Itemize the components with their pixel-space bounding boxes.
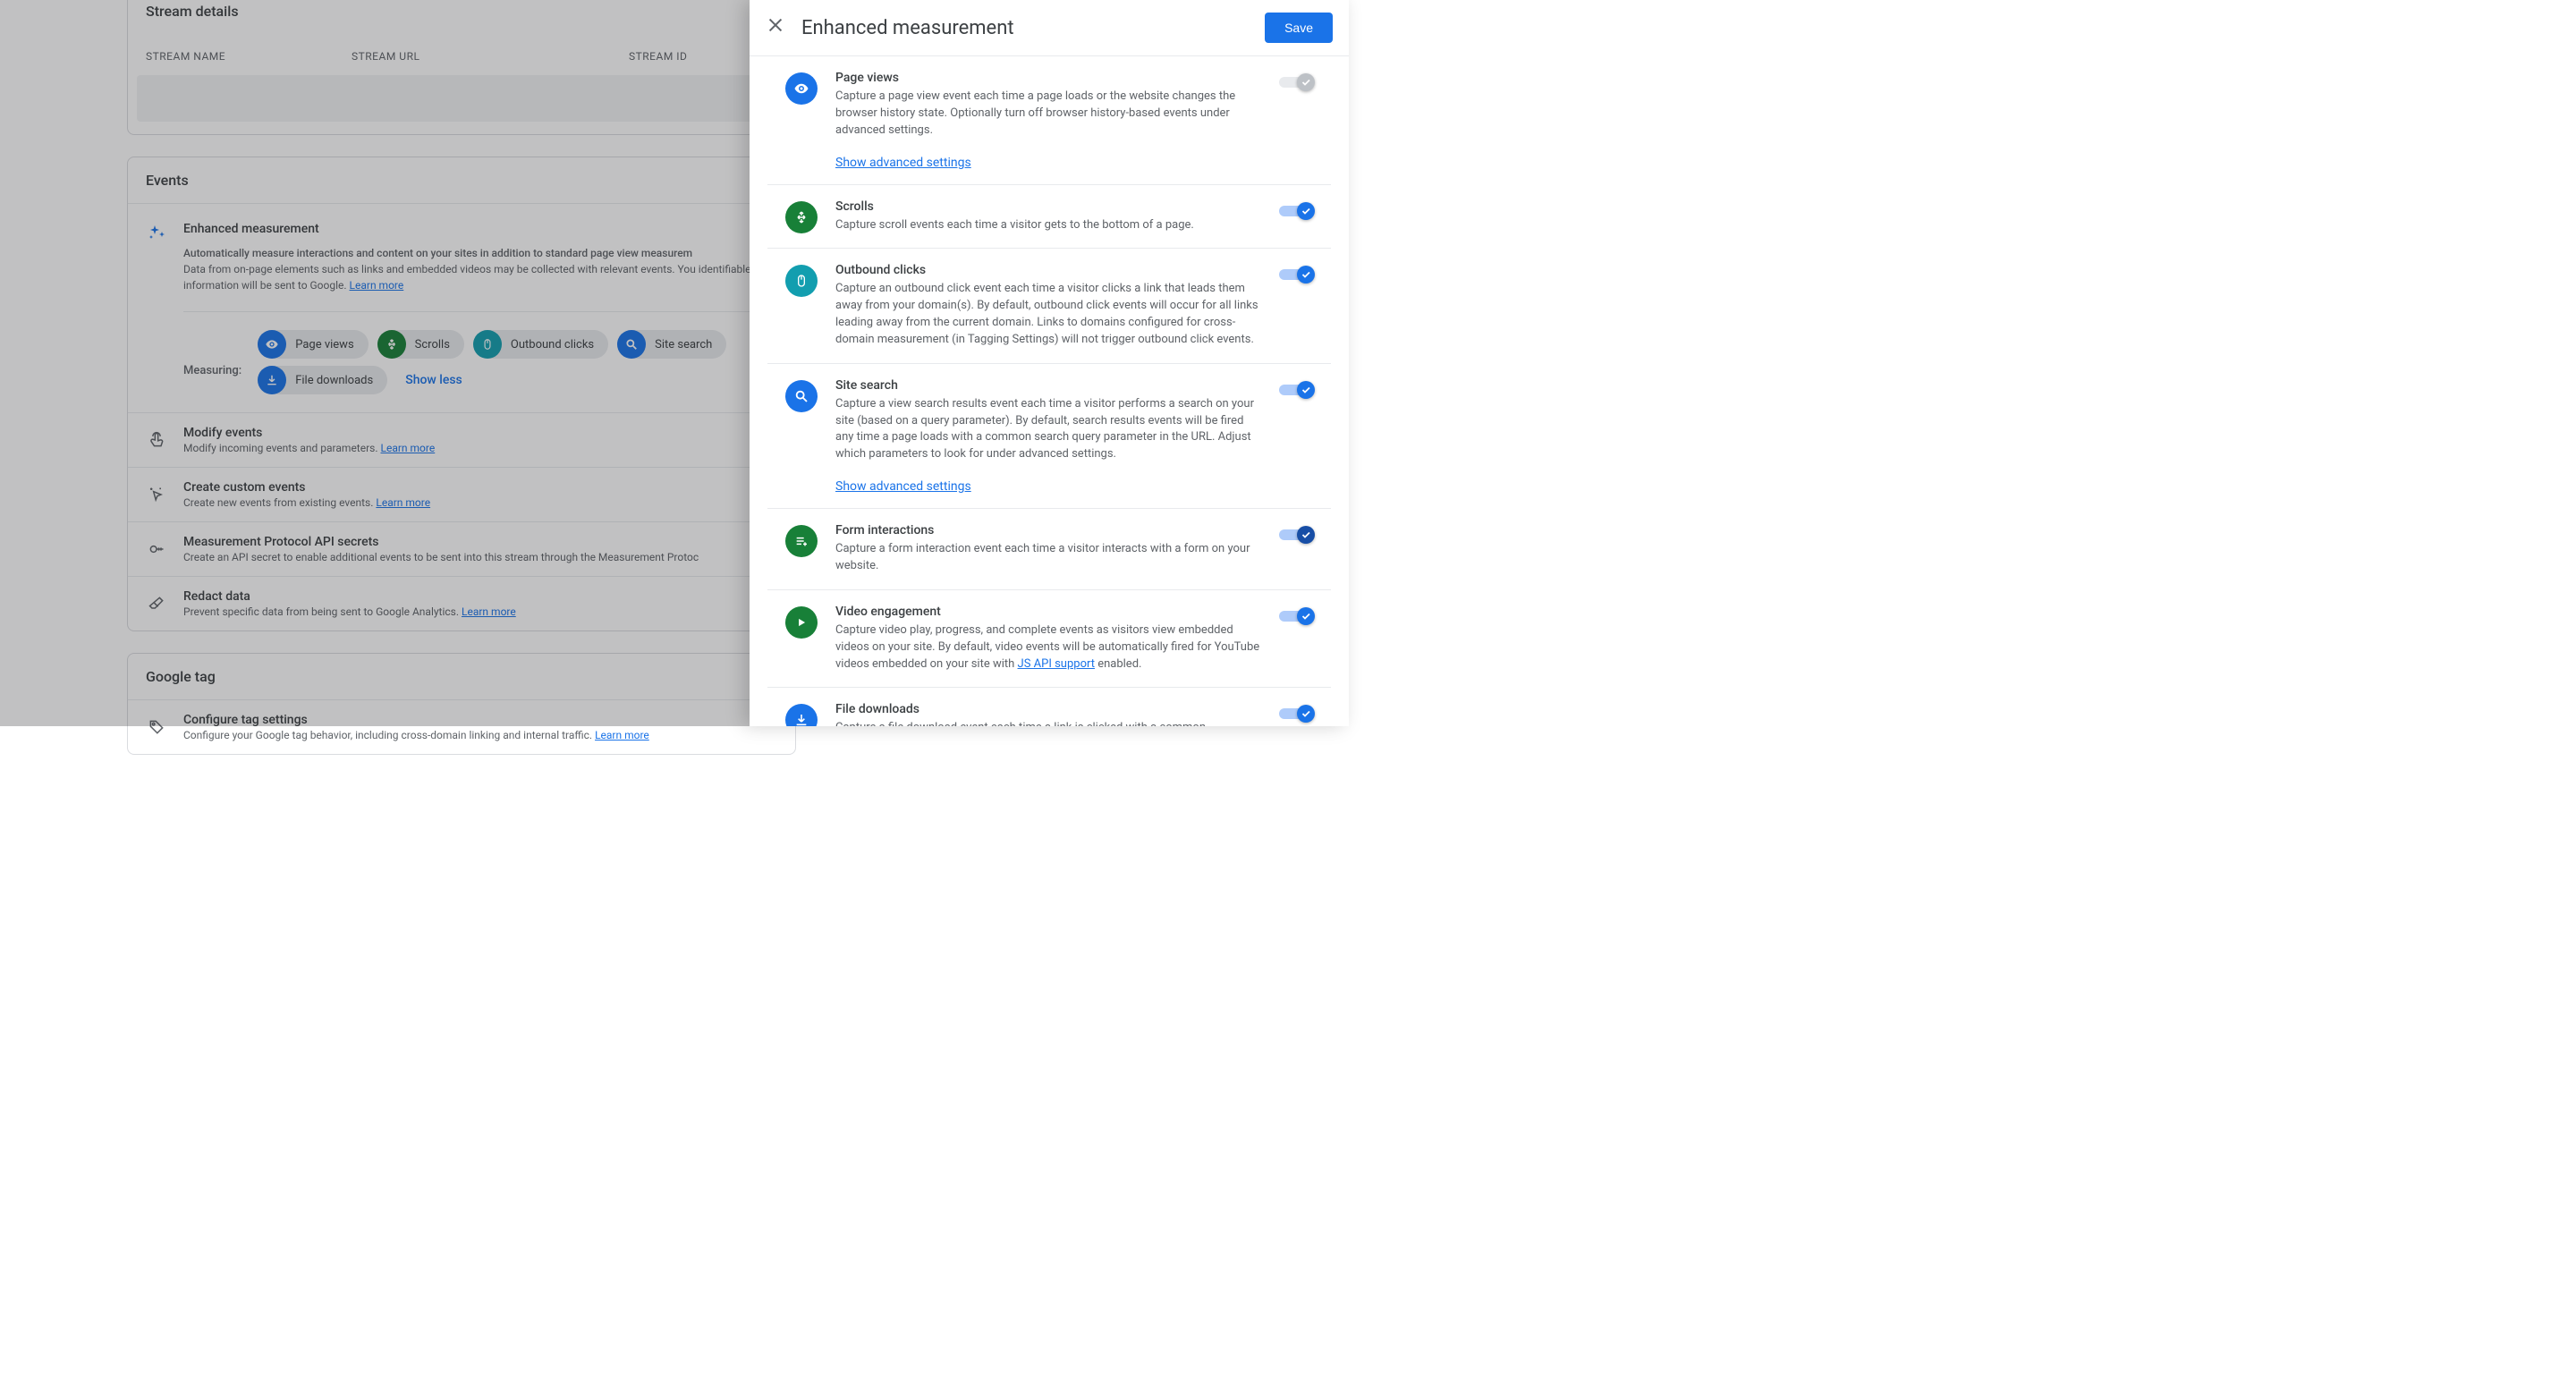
setting-site-search: Site search Capture a view search results…	[767, 364, 1331, 509]
panel-body: Page views Capture a page view event each…	[750, 56, 1349, 726]
setting-page-views: Page views Capture a page view event each…	[767, 56, 1331, 185]
setting-title: Video engagement	[835, 605, 1261, 619]
setting-desc-link[interactable]: JS API support	[1018, 657, 1095, 671]
setting-desc: Capture a view search results event each…	[835, 396, 1261, 463]
setting-desc: Capture an outbound click event each tim…	[835, 281, 1261, 348]
mouse-icon	[785, 265, 818, 297]
setting-body: Page views Capture a page view event each…	[835, 71, 1261, 170]
setting-scrolls: Scrolls Capture scroll events each time a…	[767, 185, 1331, 250]
form-icon	[785, 525, 818, 557]
setting-desc: Capture scroll events each time a visito…	[835, 217, 1261, 234]
show-advanced-settings-link[interactable]: Show advanced settings	[835, 156, 1261, 170]
search-icon	[785, 380, 818, 412]
setting-toggle[interactable]	[1279, 606, 1313, 624]
setting-title: Form interactions	[835, 523, 1261, 537]
setting-body: Outbound clicks Capture an outbound click…	[835, 263, 1261, 348]
setting-toggle[interactable]	[1279, 380, 1313, 398]
setting-body: File downloads Capture a file download ev…	[835, 702, 1261, 726]
show-advanced-settings-link[interactable]: Show advanced settings	[835, 479, 1261, 494]
setting-toggle[interactable]	[1279, 265, 1313, 283]
setting-title: File downloads	[835, 702, 1261, 716]
setting-desc-post: enabled.	[1095, 657, 1141, 671]
setting-desc: Capture video play, progress, and comple…	[835, 622, 1261, 673]
setting-toggle[interactable]	[1279, 704, 1313, 722]
setting-body: Site search Capture a view search results…	[835, 378, 1261, 494]
setting-desc: Capture a form interaction event each ti…	[835, 541, 1261, 575]
setting-title: Outbound clicks	[835, 263, 1261, 277]
setting-toggle	[1279, 72, 1313, 90]
setting-body: Scrolls Capture scroll events each time a…	[835, 199, 1261, 234]
panel-title: Enhanced measurement	[801, 17, 1249, 39]
setting-title: Scrolls	[835, 199, 1261, 214]
cfg-tag-desc: Configure your Google tag behavior, incl…	[183, 729, 595, 741]
close-icon[interactable]	[766, 15, 785, 40]
play-icon	[785, 606, 818, 639]
setting-desc: Capture a page view event each time a pa…	[835, 89, 1261, 140]
scroll-icon	[785, 201, 818, 233]
setting-toggle[interactable]	[1279, 525, 1313, 543]
setting-toggle[interactable]	[1279, 201, 1313, 219]
setting-body: Form interactions Capture a form interact…	[835, 523, 1261, 575]
download-icon	[785, 704, 818, 726]
enhanced-measurement-panel: Enhanced measurement Save Page views Capt…	[750, 0, 1349, 726]
eye-icon	[785, 72, 818, 105]
setting-file-downloads: File downloads Capture a file download ev…	[767, 688, 1331, 726]
setting-desc: Capture a file download event each time …	[835, 720, 1261, 726]
setting-video-engagement: Video engagement Capture video play, prog…	[767, 590, 1331, 689]
setting-form-interactions: Form interactions Capture a form interact…	[767, 509, 1331, 590]
setting-title: Page views	[835, 71, 1261, 85]
cfg-tag-learn-more[interactable]: Learn more	[595, 729, 649, 741]
save-button[interactable]: Save	[1265, 13, 1333, 43]
setting-body: Video engagement Capture video play, prog…	[835, 605, 1261, 673]
setting-title: Site search	[835, 378, 1261, 393]
setting-outbound-clicks: Outbound clicks Capture an outbound click…	[767, 249, 1331, 363]
